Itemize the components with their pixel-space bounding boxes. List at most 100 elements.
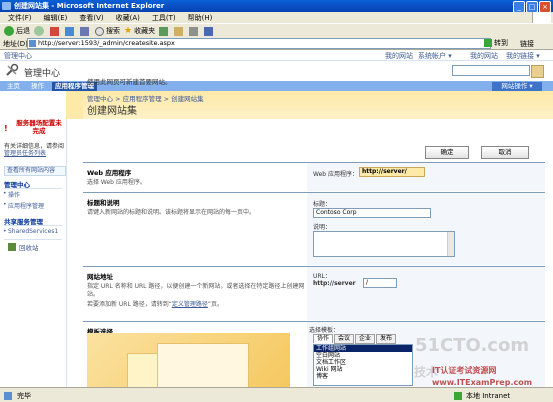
url-heading: 网站地址	[87, 273, 113, 281]
recycle-bin-icon	[8, 243, 16, 251]
search-button[interactable]: 搜索	[95, 26, 120, 36]
farm-config-alert: 服务器场配置未完成	[16, 119, 62, 135]
title-input[interactable]: Contoso Corp	[313, 208, 431, 218]
go-button[interactable]: 转到	[484, 38, 508, 48]
edit-icon	[204, 26, 214, 36]
warning-icon: !	[4, 124, 8, 133]
watermark-line2: www.ITExamPrep.com	[432, 378, 533, 387]
search-go-button[interactable]	[531, 65, 544, 78]
header-accent	[66, 91, 83, 119]
address-label: 地址(D)	[3, 40, 28, 48]
site-name-link[interactable]: 管理中心	[4, 51, 32, 61]
tools-icon	[6, 63, 19, 76]
webapp-section: Web 应用程序 选择 Web 应用程序。 Web 应用程序： http://s…	[83, 163, 545, 191]
my-links-menu[interactable]: 我的链接 ▾	[506, 51, 540, 61]
template-list[interactable]: 工作组网站 空白网站 文档工作区 Wiki 网站 博客	[313, 344, 413, 386]
site-header: 管理中心	[0, 61, 553, 81]
mail-icon	[174, 26, 184, 36]
back-arrow-icon	[4, 26, 14, 36]
my-site-link-2[interactable]: 我的网站	[470, 51, 498, 61]
global-links-bar: 管理中心 我的网站 系统帐户 ▾ 我的网站 我的链接 ▾	[0, 50, 553, 61]
search-input[interactable]	[452, 65, 530, 76]
url-path-select[interactable]: /	[363, 278, 397, 288]
template-item[interactable]: 文档工作区	[314, 359, 412, 366]
url-label: URL：	[313, 273, 331, 280]
print-icon	[189, 26, 199, 36]
watermark-51cto: 51CTO.com	[415, 335, 530, 356]
home-icon	[80, 26, 89, 36]
refresh-button[interactable]	[65, 26, 76, 36]
title-desc-heading: 标题和说明	[87, 199, 120, 207]
ok-button[interactable]: 确定	[425, 146, 469, 159]
nav-divider	[4, 225, 62, 226]
nav-divider	[4, 188, 62, 189]
template-tab-collaboration[interactable]: 协作	[313, 334, 334, 343]
address-bar: 地址(D) http://server:1593/_admin/createsi…	[0, 37, 553, 50]
address-input[interactable]: http://server:1593/_admin/createsite.asp…	[27, 38, 491, 49]
windows-logo-icon	[532, 12, 551, 23]
url-prefix: http://server	[313, 280, 356, 287]
template-tab-meetings[interactable]: 会议	[334, 334, 355, 344]
template-tab-enterprise[interactable]: 企业	[355, 334, 376, 344]
webapp-description: 选择 Web 应用程序。	[87, 179, 146, 186]
site-actions-menu[interactable]: 网站操作 ▾	[492, 82, 542, 91]
edit-button[interactable]	[204, 26, 215, 36]
print-button[interactable]	[189, 26, 200, 36]
status-bar: 完毕 本地 Intranet	[0, 387, 553, 402]
recycle-bin-link[interactable]: 回收站	[8, 242, 39, 252]
account-menu[interactable]: 系统帐户 ▾	[418, 51, 452, 61]
template-item[interactable]: 工作组网站	[314, 345, 412, 352]
stop-button[interactable]	[50, 26, 61, 36]
tab-home[interactable]: 主页	[4, 82, 23, 91]
view-all-site-content-link[interactable]: 查看所有网站内容	[4, 166, 66, 176]
search-icon	[95, 26, 104, 36]
define-managed-paths-link[interactable]: 定义管理路径	[172, 301, 208, 308]
template-tabs: 协作 会议 企业 发布	[313, 334, 397, 344]
template-item[interactable]: Wiki 网站	[314, 366, 412, 373]
ie-icon	[2, 2, 11, 10]
favorites-button[interactable]: ★ 收藏夹	[124, 26, 155, 36]
menu-edit[interactable]: 编辑(E)	[44, 13, 68, 23]
nav-divider	[4, 239, 62, 240]
links-button[interactable]: 链接	[520, 39, 534, 49]
star-icon: ★	[124, 26, 133, 36]
template-item[interactable]: 博客	[314, 373, 412, 380]
nav-item-application-management[interactable]: 应用程序管理	[3, 201, 44, 210]
menu-file[interactable]: 文件(F)	[8, 13, 32, 23]
nav-item-sharedservices1[interactable]: SharedServices1	[3, 228, 58, 235]
cancel-button[interactable]: 取消	[481, 146, 529, 159]
admin-task-list-link[interactable]: 管理员任务列表	[4, 150, 46, 157]
nav-item-operations[interactable]: 操作	[3, 190, 20, 199]
description-label: 说明：	[313, 224, 332, 231]
webapp-heading: Web 应用程序	[87, 169, 132, 177]
stop-icon	[50, 26, 59, 36]
menu-help[interactable]: 帮助(H)	[188, 13, 213, 23]
title-description-section: 标题和说明 请键入新网站的标题和说明。该标题将显示在网站的每一页中。 标题： C…	[83, 193, 545, 265]
back-button[interactable]: 后退	[4, 26, 30, 36]
site-title: 管理中心	[24, 69, 61, 79]
my-site-link[interactable]: 我的网站	[385, 51, 413, 61]
textarea-scrollbar[interactable]	[447, 232, 454, 256]
forward-button[interactable]	[34, 26, 46, 36]
history-icon	[159, 26, 169, 36]
webapp-select[interactable]: http://server/	[359, 167, 425, 177]
page-description: 使用此网页可新建首要网站。	[87, 78, 172, 86]
mail-button[interactable]	[174, 26, 185, 36]
title-desc-description: 请键入新网站的标题和说明。该标题将显示在网站的每一页中。	[87, 209, 256, 216]
history-button[interactable]	[159, 26, 170, 36]
template-preview-image	[87, 333, 290, 390]
url-description: 指定 URL 名称和 URL 路径，以便创建一个新网站，或者选择在特定路径上创建…	[87, 283, 305, 298]
menu-bar: 文件(F) 编辑(E) 查看(V) 收藏(A) 工具(T) 帮助(H)	[0, 12, 553, 23]
menu-tools[interactable]: 工具(T)	[152, 13, 176, 23]
template-label: 选择模板：	[309, 327, 340, 334]
page-header: 管理中心 > 应用程序管理 > 创建网站集 创建网站集	[83, 91, 553, 119]
description-textarea[interactable]	[313, 231, 455, 257]
menu-favorites[interactable]: 收藏(A)	[116, 13, 140, 23]
template-tab-publishing[interactable]: 发布	[376, 334, 397, 344]
security-zone: 本地 Intranet	[454, 391, 510, 401]
home-button[interactable]	[80, 26, 91, 36]
menu-view[interactable]: 查看(V)	[79, 13, 103, 23]
template-item[interactable]: 空白网站	[314, 352, 412, 359]
url-description-2: 若要添加新 URL 路径，请转到“定义管理路径”页。	[87, 301, 223, 308]
tab-operations[interactable]: 操作	[28, 82, 47, 91]
